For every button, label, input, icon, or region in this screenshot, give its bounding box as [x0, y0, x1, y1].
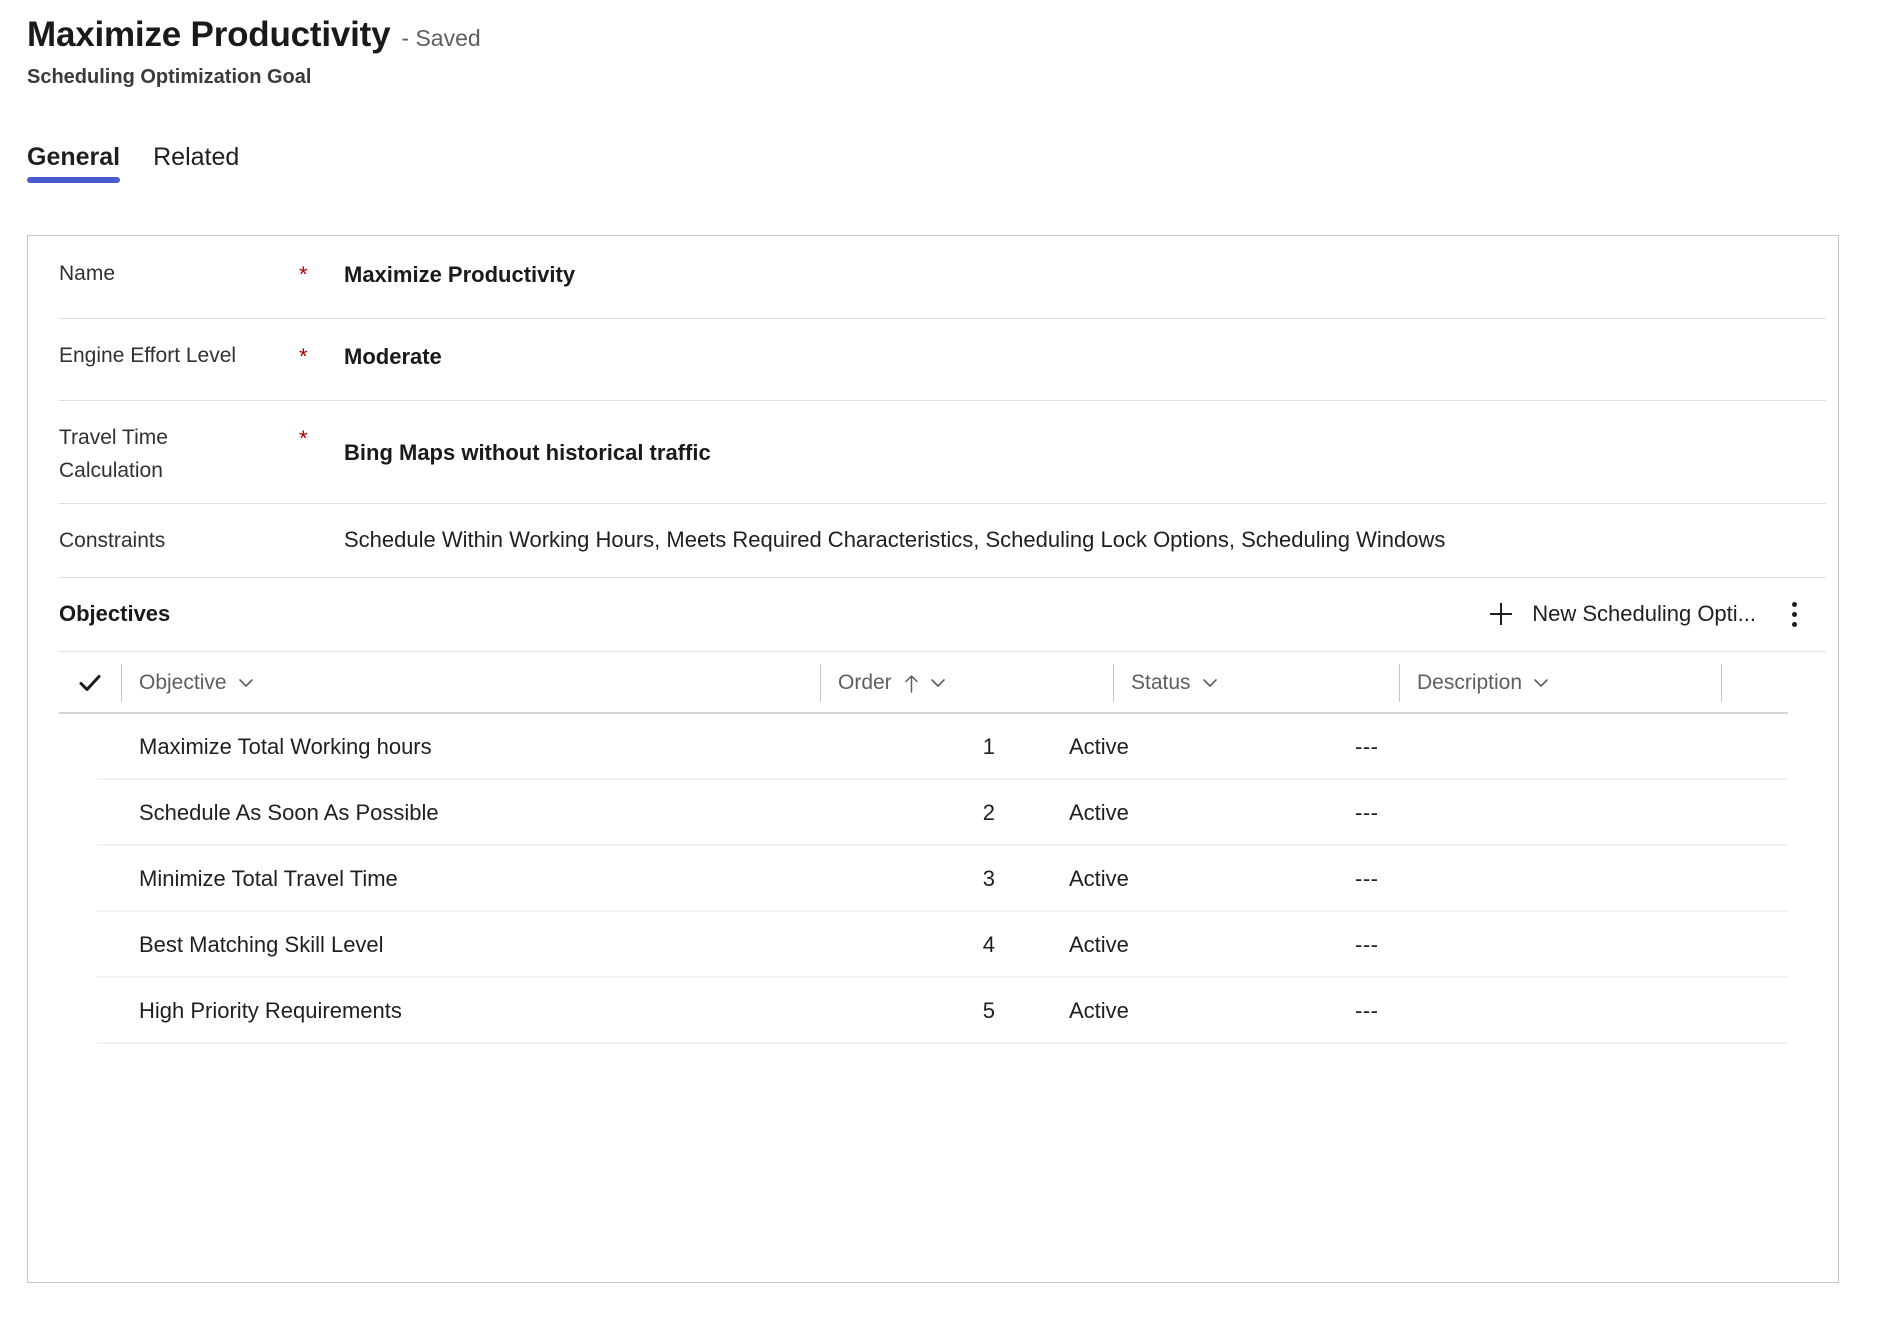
- field-row-travel-time-calculation: Travel Time Calculation * Bing Maps with…: [28, 400, 1838, 503]
- cell-objective[interactable]: Best Matching Skill Level: [59, 932, 758, 958]
- column-header-status[interactable]: Status: [1113, 662, 1399, 704]
- chevron-down-icon: [237, 674, 255, 692]
- tab-related[interactable]: Related: [153, 145, 239, 183]
- cell-status: Active: [1069, 866, 1129, 891]
- field-value-constraints[interactable]: Schedule Within Working Hours, Meets Req…: [344, 503, 1820, 556]
- field-label-travel-time-calculation-line2: Calculation: [59, 458, 163, 482]
- cell-status: Active: [1069, 998, 1129, 1023]
- save-state-label: - Saved: [401, 25, 481, 51]
- field-label-travel-time-calculation: Travel Time Calculation: [59, 400, 299, 487]
- column-header-order-label: Order: [838, 671, 892, 694]
- tab-active-indicator: [27, 177, 121, 183]
- form-card: Name * Maximize Productivity Engine Effo…: [27, 235, 1839, 1283]
- cell-order: 4: [982, 932, 995, 957]
- cell-description: ---: [1355, 734, 1379, 759]
- field-row-name: Name * Maximize Productivity: [28, 236, 1838, 318]
- cell-status: Active: [1069, 800, 1129, 825]
- tab-general[interactable]: General: [27, 143, 121, 183]
- cell-objective[interactable]: Schedule As Soon As Possible: [59, 800, 758, 826]
- new-objective-button-label: New Scheduling Opti...: [1532, 601, 1756, 626]
- title-line: Maximize Productivity - Saved: [27, 15, 1227, 55]
- objectives-command-bar: New Scheduling Opti...: [1474, 592, 1820, 636]
- checkmark-icon: [78, 671, 102, 695]
- chevron-down-icon: [1532, 674, 1550, 692]
- cell-order: 1: [982, 734, 995, 759]
- field-value-engine-effort-level[interactable]: Moderate: [344, 318, 1820, 373]
- entity-type-subtitle: Scheduling Optimization Goal: [27, 65, 312, 88]
- field-value-travel-time-calculation[interactable]: Bing Maps without historical traffic: [344, 400, 1820, 469]
- tab-related-label: Related: [153, 143, 240, 171]
- more-commands-button[interactable]: [1768, 592, 1820, 636]
- required-indicator-travel-time-calculation: *: [299, 426, 308, 451]
- plus-icon: [1486, 599, 1516, 629]
- tab-strip: General Related: [27, 145, 239, 183]
- cell-description: ---: [1355, 800, 1379, 825]
- grid-header-row: Objective Order Status Description: [59, 651, 1826, 714]
- tab-general-label: General: [27, 143, 121, 171]
- column-header-objective[interactable]: Objective: [121, 662, 820, 704]
- more-vertical-icon: [1791, 601, 1797, 627]
- cell-status: Active: [1069, 932, 1129, 957]
- field-row-constraints: Constraints Schedule Within Working Hour…: [28, 503, 1838, 577]
- objectives-subgrid: Objective Order Status Description Maxim…: [59, 651, 1826, 1044]
- table-row[interactable]: Maximize Total Working hours 1 Active --…: [59, 714, 1826, 780]
- table-row[interactable]: Best Matching Skill Level 4 Active ---: [59, 912, 1826, 978]
- cell-description: ---: [1355, 932, 1379, 957]
- column-resize-handle[interactable]: [1721, 662, 1761, 704]
- table-row[interactable]: High Priority Requirements 5 Active ---: [59, 978, 1826, 1044]
- cell-status: Active: [1069, 734, 1129, 759]
- required-indicator-constraints: [299, 503, 344, 525]
- column-header-description[interactable]: Description: [1399, 662, 1721, 704]
- objectives-section-title: Objectives: [59, 601, 171, 626]
- cell-order: 5: [982, 998, 995, 1023]
- select-all-rows-checkbox[interactable]: [59, 671, 121, 695]
- cell-description: ---: [1355, 866, 1379, 891]
- table-row[interactable]: Schedule As Soon As Possible 2 Active --…: [59, 780, 1826, 846]
- field-label-constraints: Constraints: [59, 529, 166, 552]
- column-header-order[interactable]: Order: [820, 662, 1113, 704]
- field-value-name[interactable]: Maximize Productivity: [344, 236, 1820, 291]
- page-title: Maximize Productivity: [27, 15, 391, 54]
- cell-order: 3: [982, 866, 995, 891]
- required-indicator-engine-effort-level: *: [299, 344, 308, 369]
- arrow-up-icon: [904, 674, 919, 693]
- field-label-travel-time-calculation-line1: Travel Time: [59, 426, 168, 449]
- objectives-section-header: Objectives New Scheduling Opti...: [28, 577, 1838, 651]
- required-indicator-name: *: [299, 262, 308, 287]
- new-scheduling-optimization-objective-button[interactable]: New Scheduling Opti...: [1474, 593, 1768, 635]
- field-label-engine-effort-level: Engine Effort Level: [59, 344, 237, 367]
- field-label-name: Name: [59, 262, 116, 285]
- chevron-down-icon: [929, 674, 947, 692]
- cell-objective[interactable]: Minimize Total Travel Time: [59, 866, 758, 892]
- chevron-down-icon: [1201, 674, 1219, 692]
- column-header-objective-label: Objective: [139, 671, 227, 694]
- cell-objective[interactable]: High Priority Requirements: [59, 998, 758, 1024]
- column-header-description-label: Description: [1417, 671, 1523, 694]
- cell-order: 2: [982, 800, 995, 825]
- table-row[interactable]: Minimize Total Travel Time 3 Active ---: [59, 846, 1826, 912]
- field-row-engine-effort-level: Engine Effort Level * Moderate: [28, 318, 1838, 400]
- cell-objective[interactable]: Maximize Total Working hours: [59, 734, 758, 760]
- record-header: Maximize Productivity - Saved Scheduling…: [27, 15, 1227, 89]
- cell-description: ---: [1355, 998, 1379, 1023]
- column-header-status-label: Status: [1131, 671, 1191, 694]
